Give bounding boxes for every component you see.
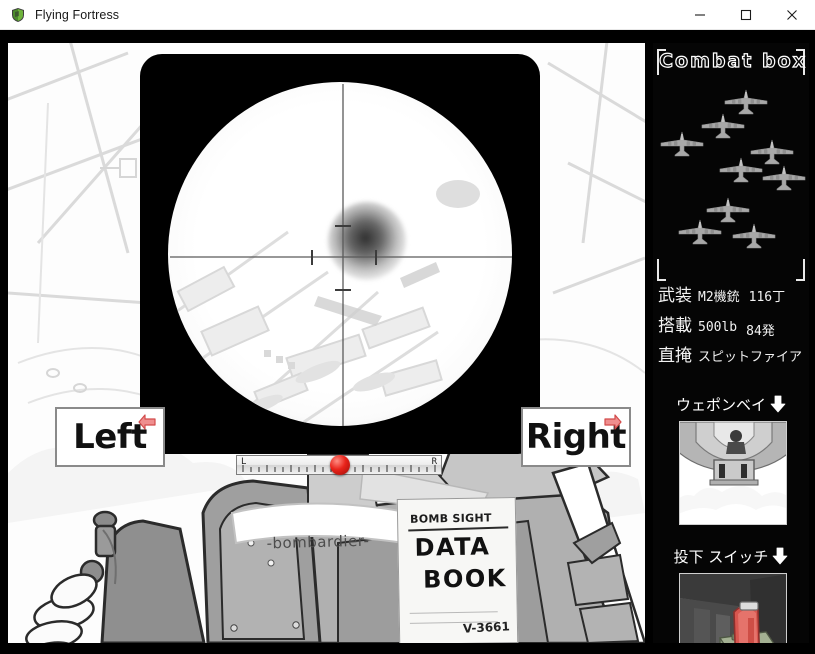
formation-aircraft-8 [677, 219, 723, 245]
bombardier-station-tag: -bombardier- [266, 531, 370, 553]
drop-switch-header: 投下 スイッチ [653, 543, 809, 569]
right-button[interactable]: Right [521, 407, 631, 467]
weapon-bay-section: ウェポンベイ [653, 391, 809, 541]
stat-values: 500lb 84発 [698, 320, 775, 339]
drop-switch-illustration: 18 [680, 574, 786, 643]
arrow-left-icon [138, 414, 156, 430]
arrow-right-icon [604, 414, 622, 430]
formation-aircraft-2 [700, 113, 746, 139]
data-book-line2: DATA [414, 532, 491, 562]
bombardier-station-view: L R Left Right -bombardier- BOMB SIGHT D… [8, 43, 645, 643]
left-button-label: Left [73, 417, 147, 457]
red-drop-lever-thumbnail[interactable]: 18 [679, 573, 787, 643]
formation-aircraft-1 [723, 89, 769, 115]
app-shield-icon [10, 7, 26, 23]
arrow-down-icon [770, 395, 786, 413]
left-button[interactable]: Left [55, 407, 165, 467]
hud-title: Combat box [658, 49, 807, 72]
arrow-down-icon [772, 547, 788, 565]
slider-right-mark: R [431, 457, 437, 467]
title-bar: Flying Fortress [0, 0, 815, 30]
application-window: Flying Fortress L R Left Right -bombardi… [0, 0, 815, 654]
stat-value: 116丁 [748, 290, 786, 305]
bombsight-housing [140, 54, 540, 454]
formation-aircraft-5 [718, 157, 764, 183]
window-controls [677, 0, 815, 30]
data-book-ruled-line [409, 611, 498, 614]
maximize-icon [740, 9, 752, 20]
slider-left-mark: L [241, 457, 247, 467]
bomb-bay-doors-thumbnail[interactable] [679, 421, 787, 525]
stat-value: 84発 [746, 324, 775, 339]
drop-switch-section: 投下 スイッチ [653, 543, 809, 643]
close-icon [787, 9, 797, 20]
stat-value: M2機銃 [698, 290, 740, 305]
sight-alignment-slider[interactable]: L R [236, 455, 442, 475]
bomb-bay-illustration [680, 422, 786, 524]
stat-values: M2機銃 116丁 [698, 286, 785, 305]
stat-key: 武装 [658, 286, 692, 306]
stat-value: スピットファイア [698, 350, 803, 365]
minimize-icon [695, 13, 705, 16]
aircraft-stats-list: 武装 M2機銃 116丁搭載 500lb 84発直掩スピットファイア帰投 [658, 281, 806, 371]
stat-row: 直掩スピットファイア帰投 [658, 341, 806, 371]
game-viewport: L R Left Right -bombardier- BOMB SIGHT D… [0, 30, 815, 654]
data-book-underline [408, 526, 509, 532]
formation-aircraft-9 [731, 223, 777, 249]
data-book-line1: BOMB SIGHT [409, 511, 492, 526]
stat-value: 500lb [698, 320, 738, 335]
minimize-button[interactable] [677, 0, 723, 30]
bomb-sight-data-book[interactable]: BOMB SIGHT DATA BOOK V-3661 [396, 496, 519, 643]
crosshair-reticle [170, 84, 512, 426]
combat-box-formation [653, 85, 809, 270]
weapon-bay-label: ウェポンベイ [675, 395, 766, 414]
slider-knob[interactable] [330, 455, 350, 475]
weapon-bay-header: ウェポンベイ [653, 391, 809, 417]
data-book-code: V-3661 [462, 619, 511, 636]
stat-key: 搭載 [658, 316, 692, 336]
close-button[interactable] [769, 0, 815, 30]
drop-switch-label: 投下 スイッチ [673, 547, 769, 566]
stat-values: スピットファイア帰投 [698, 346, 809, 365]
data-book-line3: BOOK [422, 564, 508, 594]
stat-key: 直掩 [658, 346, 692, 366]
formation-aircraft-6 [761, 165, 807, 191]
window-title: Flying Fortress [35, 7, 120, 22]
stat-row: 搭載 500lb 84発 [658, 311, 806, 341]
formation-aircraft-3 [659, 131, 705, 157]
stat-row: 武装 M2機銃 116丁 [658, 281, 806, 311]
maximize-button[interactable] [723, 0, 769, 30]
combat-box-hud-panel: Combat box 武装 M2機銃 116丁搭載 500lb 84発直掩 スピットファイ… [653, 43, 809, 643]
